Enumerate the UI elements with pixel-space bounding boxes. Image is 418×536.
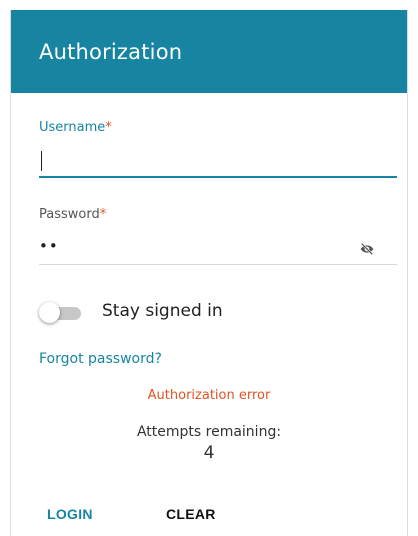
dialog-header: Authorization [11,10,407,93]
password-label-text: Password [39,207,100,222]
stay-signed-in-toggle[interactable] [39,302,83,324]
authorization-dialog: Authorization Username* Password* •• Sta… [10,10,408,536]
toggle-knob [39,302,60,323]
forgot-password-link[interactable]: Forgot password? [39,351,162,367]
username-required-marker: * [105,120,112,135]
attempts-remaining-count: 4 [203,443,215,463]
text-caret [41,151,42,171]
username-label: Username* [39,120,112,135]
clear-button[interactable]: CLEAR [166,506,216,522]
dialog-title: Authorization [39,40,183,64]
password-label: Password* [39,207,106,222]
username-input[interactable] [39,146,397,178]
eye-slash-icon[interactable] [358,241,376,257]
password-masked-value: •• [39,237,59,255]
login-button[interactable]: LOGIN [47,506,93,522]
attempts-remaining-label: Attempts remaining: [136,424,282,440]
authorization-error-message: Authorization error [147,388,271,403]
username-label-text: Username [39,120,106,135]
password-input[interactable] [39,234,397,265]
stay-signed-in-label: Stay signed in [102,301,223,321]
password-required-marker: * [99,207,107,222]
